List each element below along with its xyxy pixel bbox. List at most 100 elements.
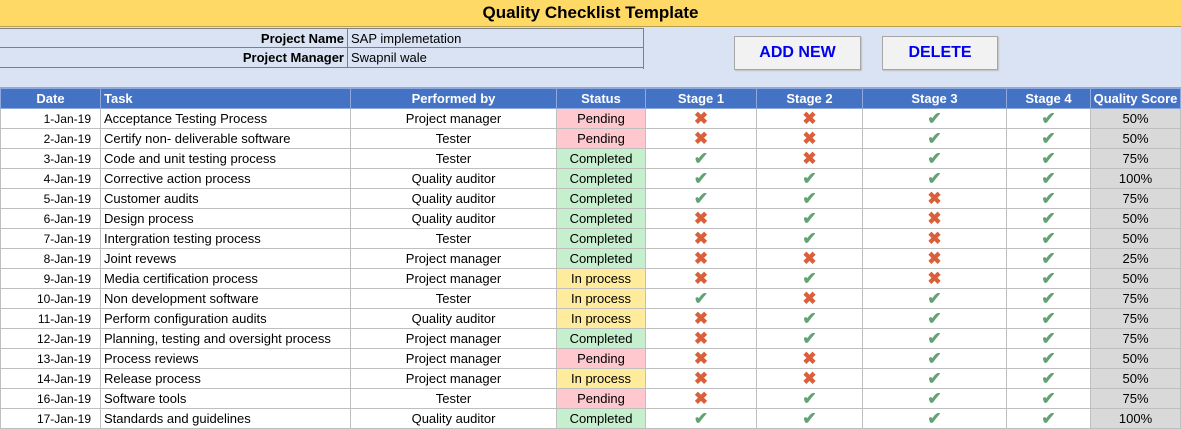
stage-3-cell[interactable]: ✖ xyxy=(862,208,1007,229)
task-cell[interactable]: Acceptance Testing Process xyxy=(100,108,351,129)
date-cell[interactable]: 8-Jan-19 xyxy=(0,248,101,269)
performed-by-cell[interactable]: Quality auditor xyxy=(350,308,557,329)
task-cell[interactable]: Customer audits xyxy=(100,188,351,209)
task-cell[interactable]: Non development software xyxy=(100,288,351,309)
quality-score-cell[interactable]: 75% xyxy=(1090,288,1181,309)
stage-4-cell[interactable]: ✔ xyxy=(1006,208,1091,229)
delete-button[interactable]: DELETE xyxy=(882,36,998,70)
stage-4-cell[interactable]: ✔ xyxy=(1006,248,1091,269)
stage-3-cell[interactable]: ✔ xyxy=(862,108,1007,129)
date-cell[interactable]: 7-Jan-19 xyxy=(0,228,101,249)
status-cell[interactable]: Pending xyxy=(556,348,646,369)
date-cell[interactable]: 4-Jan-19 xyxy=(0,168,101,189)
stage-1-cell[interactable]: ✖ xyxy=(645,128,757,149)
stage-1-cell[interactable]: ✔ xyxy=(645,408,757,429)
performed-by-cell[interactable]: Tester xyxy=(350,148,557,169)
col-header-stage-2[interactable]: Stage 2 xyxy=(756,88,863,109)
stage-3-cell[interactable]: ✔ xyxy=(862,288,1007,309)
date-cell[interactable]: 14-Jan-19 xyxy=(0,368,101,389)
col-header-performed-by[interactable]: Performed by xyxy=(350,88,557,109)
stage-1-cell[interactable]: ✖ xyxy=(645,388,757,409)
stage-4-cell[interactable]: ✔ xyxy=(1006,308,1091,329)
performed-by-cell[interactable]: Quality auditor xyxy=(350,208,557,229)
stage-2-cell[interactable]: ✔ xyxy=(756,308,863,329)
status-cell[interactable]: Pending xyxy=(556,108,646,129)
stage-2-cell[interactable]: ✖ xyxy=(756,108,863,129)
quality-score-cell[interactable]: 50% xyxy=(1090,208,1181,229)
col-header-stage-4[interactable]: Stage 4 xyxy=(1006,88,1091,109)
stage-2-cell[interactable]: ✔ xyxy=(756,328,863,349)
quality-score-cell[interactable]: 50% xyxy=(1090,368,1181,389)
status-cell[interactable]: Completed xyxy=(556,248,646,269)
stage-2-cell[interactable]: ✔ xyxy=(756,228,863,249)
stage-2-cell[interactable]: ✔ xyxy=(756,168,863,189)
date-cell[interactable]: 12-Jan-19 xyxy=(0,328,101,349)
quality-score-cell[interactable]: 50% xyxy=(1090,268,1181,289)
date-cell[interactable]: 13-Jan-19 xyxy=(0,348,101,369)
status-cell[interactable]: In process xyxy=(556,268,646,289)
performed-by-cell[interactable]: Project manager xyxy=(350,268,557,289)
performed-by-cell[interactable]: Project manager xyxy=(350,348,557,369)
task-cell[interactable]: Software tools xyxy=(100,388,351,409)
stage-3-cell[interactable]: ✖ xyxy=(862,188,1007,209)
stage-3-cell[interactable]: ✖ xyxy=(862,228,1007,249)
performed-by-cell[interactable]: Project manager xyxy=(350,368,557,389)
quality-score-cell[interactable]: 75% xyxy=(1090,148,1181,169)
stage-4-cell[interactable]: ✔ xyxy=(1006,108,1091,129)
status-cell[interactable]: Completed xyxy=(556,228,646,249)
stage-1-cell[interactable]: ✖ xyxy=(645,328,757,349)
task-cell[interactable]: Joint revews xyxy=(100,248,351,269)
task-cell[interactable]: Intergration testing process xyxy=(100,228,351,249)
quality-score-cell[interactable]: 50% xyxy=(1090,108,1181,129)
task-cell[interactable]: Perform configuration audits xyxy=(100,308,351,329)
date-cell[interactable]: 6-Jan-19 xyxy=(0,208,101,229)
task-cell[interactable]: Process reviews xyxy=(100,348,351,369)
stage-4-cell[interactable]: ✔ xyxy=(1006,128,1091,149)
stage-3-cell[interactable]: ✔ xyxy=(862,388,1007,409)
quality-score-cell[interactable]: 75% xyxy=(1090,188,1181,209)
quality-score-cell[interactable]: 25% xyxy=(1090,248,1181,269)
date-cell[interactable]: 5-Jan-19 xyxy=(0,188,101,209)
col-header-stage-3[interactable]: Stage 3 xyxy=(862,88,1007,109)
task-cell[interactable]: Media certification process xyxy=(100,268,351,289)
project-name-value[interactable]: SAP implemetation xyxy=(348,29,644,47)
quality-score-cell[interactable]: 75% xyxy=(1090,388,1181,409)
quality-score-cell[interactable]: 50% xyxy=(1090,228,1181,249)
quality-score-cell[interactable]: 75% xyxy=(1090,328,1181,349)
stage-4-cell[interactable]: ✔ xyxy=(1006,328,1091,349)
quality-score-cell[interactable]: 50% xyxy=(1090,348,1181,369)
stage-4-cell[interactable]: ✔ xyxy=(1006,288,1091,309)
stage-2-cell[interactable]: ✖ xyxy=(756,368,863,389)
status-cell[interactable]: Completed xyxy=(556,208,646,229)
col-header-task[interactable]: Task xyxy=(100,88,351,109)
status-cell[interactable]: Pending xyxy=(556,388,646,409)
stage-3-cell[interactable]: ✔ xyxy=(862,408,1007,429)
stage-3-cell[interactable]: ✖ xyxy=(862,248,1007,269)
stage-1-cell[interactable]: ✖ xyxy=(645,308,757,329)
stage-3-cell[interactable]: ✔ xyxy=(862,368,1007,389)
date-cell[interactable]: 17-Jan-19 xyxy=(0,408,101,429)
performed-by-cell[interactable]: Quality auditor xyxy=(350,408,557,429)
performed-by-cell[interactable]: Project manager xyxy=(350,328,557,349)
stage-2-cell[interactable]: ✖ xyxy=(756,288,863,309)
stage-1-cell[interactable]: ✖ xyxy=(645,248,757,269)
col-header-date[interactable]: Date xyxy=(0,88,101,109)
status-cell[interactable]: In process xyxy=(556,288,646,309)
quality-score-cell[interactable]: 100% xyxy=(1090,168,1181,189)
date-cell[interactable]: 9-Jan-19 xyxy=(0,268,101,289)
stage-1-cell[interactable]: ✔ xyxy=(645,288,757,309)
stage-1-cell[interactable]: ✔ xyxy=(645,188,757,209)
stage-2-cell[interactable]: ✖ xyxy=(756,128,863,149)
stage-1-cell[interactable]: ✔ xyxy=(645,148,757,169)
col-header-stage-1[interactable]: Stage 1 xyxy=(645,88,757,109)
quality-score-cell[interactable]: 50% xyxy=(1090,128,1181,149)
date-cell[interactable]: 3-Jan-19 xyxy=(0,148,101,169)
stage-1-cell[interactable]: ✔ xyxy=(645,168,757,189)
project-manager-value[interactable]: Swapnil wale xyxy=(348,48,644,67)
stage-1-cell[interactable]: ✖ xyxy=(645,208,757,229)
stage-1-cell[interactable]: ✖ xyxy=(645,268,757,289)
status-cell[interactable]: In process xyxy=(556,308,646,329)
stage-4-cell[interactable]: ✔ xyxy=(1006,148,1091,169)
task-cell[interactable]: Standards and guidelines xyxy=(100,408,351,429)
stage-2-cell[interactable]: ✖ xyxy=(756,148,863,169)
